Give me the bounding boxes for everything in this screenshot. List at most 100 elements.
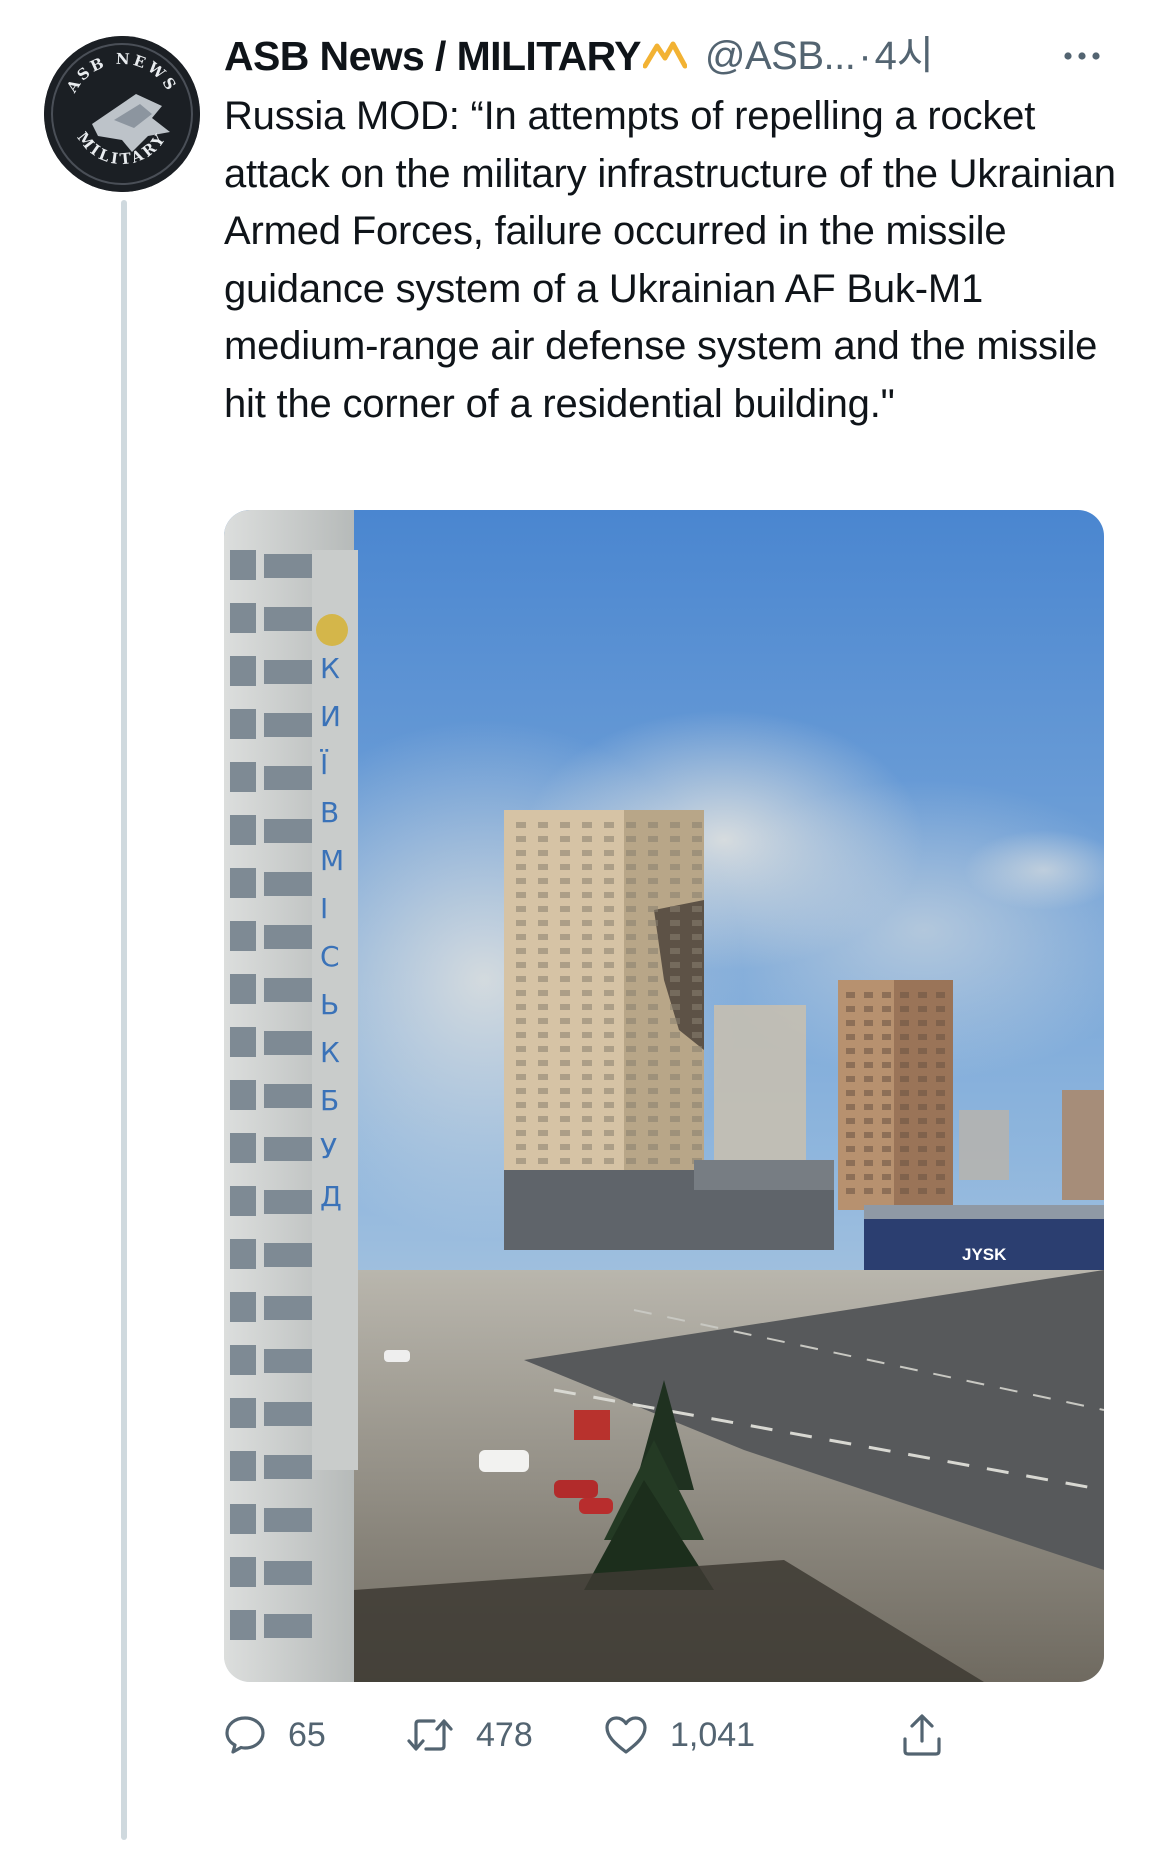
window [626,1074,636,1080]
window [864,1174,873,1180]
author-display-name[interactable]: ASB News / MILITARY [224,28,641,84]
window [582,906,592,912]
window [882,1118,891,1124]
window [670,990,680,996]
avatar[interactable]: ASB NEWS MILITARY [44,36,200,192]
window [582,1130,592,1136]
window [882,1132,891,1138]
window [604,962,614,968]
window [626,1060,636,1066]
window [918,1048,927,1054]
window [882,1062,891,1068]
window [582,878,592,884]
window [230,1133,256,1163]
reply-count: 65 [288,1715,326,1754]
window [670,1032,680,1038]
window [692,892,702,898]
window [560,1046,570,1052]
window [692,850,702,856]
window [882,1006,891,1012]
window [560,948,570,954]
window [864,1188,873,1194]
window [900,1006,909,1012]
window [626,1046,636,1052]
author-handle[interactable]: @ASB... [705,28,856,84]
window [264,819,312,843]
window [918,1174,927,1180]
window [516,934,526,940]
window [230,709,256,739]
window [604,1046,614,1052]
window [846,1104,855,1110]
window [604,920,614,926]
window [604,1158,614,1164]
window [516,920,526,926]
building-sign-letter: К [320,1036,340,1069]
window [230,1292,256,1322]
building-sign-letter: К [320,652,340,685]
window [882,1188,891,1194]
retweet-count: 478 [476,1715,533,1754]
window [648,1088,658,1094]
window [626,990,636,996]
window [900,992,909,998]
building-sign-letter: С [320,940,340,973]
window [936,1090,945,1096]
window [846,1020,855,1026]
window [560,1018,570,1024]
window [604,892,614,898]
window [900,1034,909,1040]
window [846,1188,855,1194]
window [670,1130,680,1136]
window [900,1160,909,1166]
window [538,1004,548,1010]
window [936,1160,945,1166]
window [516,892,526,898]
window [692,948,702,954]
window [692,934,702,940]
retweet-icon [407,1719,453,1751]
window [582,990,592,996]
window [846,992,855,998]
window [670,1018,680,1024]
window [918,1020,927,1026]
window [626,822,636,828]
window [648,1018,658,1024]
tweet-photo[interactable]: JYSK КИЇВМІСЬКБУД [224,510,1104,1682]
window [582,1074,592,1080]
like-button[interactable]: 1,041 [604,1700,755,1770]
window [900,1174,909,1180]
window [230,603,256,633]
window [692,1018,702,1024]
window [230,656,256,686]
window [560,822,570,828]
window [900,1132,909,1138]
window [264,1243,312,1267]
window [670,976,680,982]
window [626,850,636,856]
window [264,607,312,631]
window [670,1046,680,1052]
window [230,921,256,951]
more-button[interactable] [1056,36,1112,76]
retweet-button[interactable]: 478 [406,1700,533,1770]
reply-button[interactable]: 65 [224,1700,326,1770]
window [882,1034,891,1040]
window [882,1020,891,1026]
like-icon [605,1716,647,1754]
jysk-sign: JYSK [962,1245,1007,1264]
window [648,1102,658,1108]
window [604,1088,614,1094]
window [516,1102,526,1108]
tweet-time[interactable]: 4시 [875,28,934,84]
window [560,878,570,884]
share-button[interactable] [900,1700,944,1770]
window [648,878,658,884]
window [604,1116,614,1122]
window [648,948,658,954]
window [582,1116,592,1122]
window [560,920,570,926]
window [692,976,702,982]
window [918,1034,927,1040]
window [918,1076,927,1082]
